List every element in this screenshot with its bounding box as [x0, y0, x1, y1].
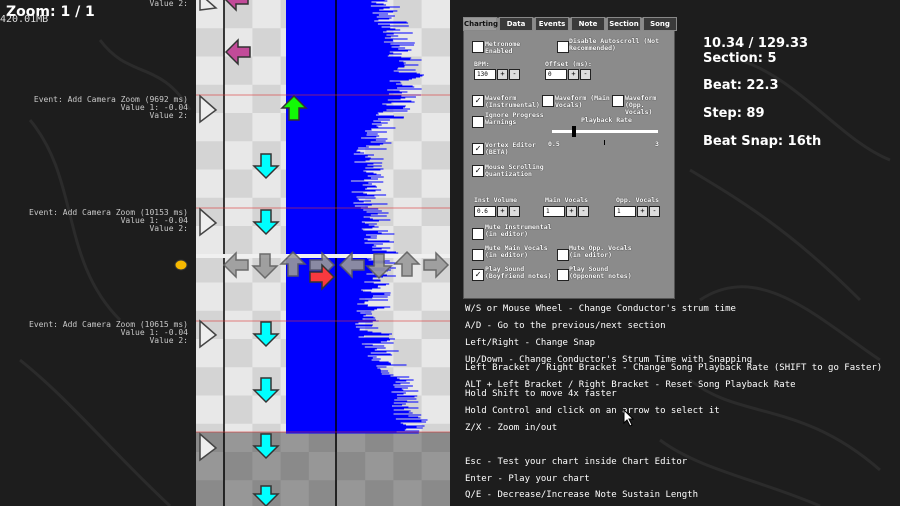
playback-rate-max: 3 — [655, 140, 659, 148]
notes-layer[interactable] — [196, 0, 450, 506]
waveform-main-checkbox[interactable] — [542, 95, 554, 107]
help-line: Hold Control and click on an arrow to se… — [465, 406, 720, 416]
ignore-progress-checkbox[interactable] — [472, 116, 484, 128]
bpm-minus-button[interactable]: - — [509, 69, 520, 80]
offset-value[interactable]: 0 — [545, 69, 567, 80]
tab-song[interactable]: Song — [643, 17, 677, 31]
waveform-main-label: Waveform (Main Vocals) — [555, 94, 610, 109]
main-vocals-value[interactable]: 1 — [543, 206, 565, 217]
bpm-value[interactable]: 130 — [474, 69, 496, 80]
opp-vocals-stepper[interactable]: 1 + - — [614, 206, 660, 217]
inst-volume-plus-button[interactable]: + — [497, 206, 508, 217]
note-down-icon — [252, 153, 280, 180]
mute-inst-checkbox[interactable] — [472, 228, 484, 240]
waveform-inst-checkbox[interactable]: ✓ — [472, 95, 484, 107]
mouse-scroll-checkbox[interactable]: ✓ — [472, 165, 484, 177]
playback-rate-slider[interactable] — [552, 130, 658, 133]
mouse-cursor-icon — [623, 409, 635, 427]
play-sound-opp-checkbox[interactable] — [557, 269, 569, 281]
help-line: W/S or Mouse Wheel - Change Conductor's … — [465, 304, 736, 314]
opp-vocals-plus-button[interactable]: + — [637, 206, 648, 217]
beat-snap-label: Beat Snap: 16th — [703, 134, 822, 149]
beat-label: Beat: 22.3 — [703, 78, 779, 93]
mute-main-checkbox[interactable] — [472, 249, 484, 261]
note-left-icon — [224, 0, 249, 12]
help-line: Q/E - Decrease/Increase Note Sustain Len… — [465, 490, 698, 500]
main-vocals-stepper[interactable]: 1 + - — [543, 206, 589, 217]
playback-rate-tick — [604, 140, 605, 145]
bpm-stepper[interactable]: 130 + - — [474, 69, 520, 80]
waveform-opp-label: Waveform (Opp. Vocals) — [625, 94, 657, 116]
song-time: 10.34 / 129.33 — [703, 36, 809, 51]
note-down-icon — [252, 321, 280, 348]
bpm-plus-button[interactable]: + — [497, 69, 508, 80]
bpm-label: BPM: — [474, 60, 490, 68]
inst-volume-stepper[interactable]: 0.6 + - — [474, 206, 520, 217]
opp-vocals-label: Opp. Vocals — [616, 196, 660, 204]
inst-volume-label: Inst Volume — [474, 196, 518, 204]
event-label-2: Event: Add Camera Zoom (10153 ms) Value 1… — [29, 208, 188, 233]
mute-opp-checkbox[interactable] — [557, 249, 569, 261]
event-label-1: Event: Add Camera Zoom (9692 ms) Value 1:… — [33, 95, 188, 120]
main-vocals-minus-button[interactable]: - — [578, 206, 589, 217]
inst-volume-minus-button[interactable]: - — [509, 206, 520, 217]
tab-charting[interactable]: Charting — [463, 17, 498, 31]
help-line: Esc - Test your chart inside Chart Edito… — [465, 457, 688, 467]
background-sketch — [19, 18, 891, 506]
disable-autoscroll-checkbox[interactable] — [557, 41, 569, 53]
mute-opp-label: Mute Opp. Vocals (in editor) — [569, 244, 632, 259]
help-line: Enter - Play your chart — [465, 474, 590, 484]
waveform-opp-checkbox[interactable] — [612, 95, 624, 107]
help-line: A/D - Go to the previous/next section — [465, 321, 666, 331]
ignore-progress-label: Ignore Progress Warnings — [485, 111, 544, 126]
metronome-checkbox[interactable] — [472, 41, 484, 53]
note-down-icon — [252, 433, 280, 460]
mouse-scroll-label: Mouse Scrolling Quantization — [485, 163, 544, 178]
tab-note[interactable]: Note — [571, 17, 605, 31]
opp-vocals-minus-button[interactable]: - — [649, 206, 660, 217]
offset-plus-button[interactable]: + — [568, 69, 579, 80]
play-sound-bf-checkbox[interactable]: ✓ — [472, 269, 484, 281]
mute-inst-label: Mute Instrumental (in editor) — [485, 223, 552, 238]
main-vocals-label: Main Vocals — [545, 196, 589, 204]
inst-volume-value[interactable]: 0.6 — [474, 206, 496, 217]
playback-rate-label: Playback Rate — [581, 116, 632, 124]
note-down-icon — [252, 485, 280, 506]
vortex-label: Vortex Editor (BETA) — [485, 141, 536, 156]
note-down-icon — [252, 377, 280, 404]
note-down-icon — [252, 209, 280, 236]
playback-rate-handle[interactable] — [572, 126, 576, 137]
tab-events[interactable]: Events — [535, 17, 569, 31]
playhead-marker-icon — [174, 259, 188, 271]
tab-bar: Charting Data Events Note Section Song — [463, 17, 679, 31]
offset-stepper[interactable]: 0 + - — [545, 69, 591, 80]
playback-rate-min: 0.5 — [548, 140, 560, 148]
main-vocals-plus-button[interactable]: + — [566, 206, 577, 217]
disable-autoscroll-label: Disable Autoscroll (Not Recommended) — [569, 37, 660, 52]
metronome-label: Metronome Enabled — [485, 40, 521, 55]
help-line: Z/X - Zoom in/out — [465, 423, 558, 433]
help-line: Left/Right - Change Snap — [465, 338, 596, 348]
event-label-3: Event: Add Camera Zoom (10615 ms) Value 1… — [29, 320, 188, 345]
step-label: Step: 89 — [703, 106, 765, 121]
tab-data[interactable]: Data — [499, 17, 533, 31]
help-line: Hold Shift to move 4x faster — [465, 389, 617, 399]
memory-label: 420.01MB — [0, 14, 49, 25]
offset-label: Offset (ms): — [545, 60, 592, 68]
note-up-icon — [280, 94, 308, 121]
section-label: Section: 5 — [703, 51, 777, 66]
note-left-icon — [224, 38, 251, 66]
event-label-0: Value 2: — [149, 0, 188, 8]
play-sound-opp-label: Play Sound (Opponent notes) — [569, 265, 632, 280]
play-sound-bf-label: Play Sound (Boyfriend notes) — [485, 265, 552, 280]
tab-section[interactable]: Section — [607, 17, 641, 31]
vortex-checkbox[interactable]: ✓ — [472, 143, 484, 155]
note-right-icon — [309, 263, 336, 291]
help-line: Left Bracket / Right Bracket - Change So… — [465, 363, 883, 373]
opp-vocals-value[interactable]: 1 — [614, 206, 636, 217]
offset-minus-button[interactable]: - — [580, 69, 591, 80]
waveform-inst-label: Waveform (Instrumental) — [485, 94, 540, 109]
mute-main-label: Mute Main Vocals (in editor) — [485, 244, 548, 259]
